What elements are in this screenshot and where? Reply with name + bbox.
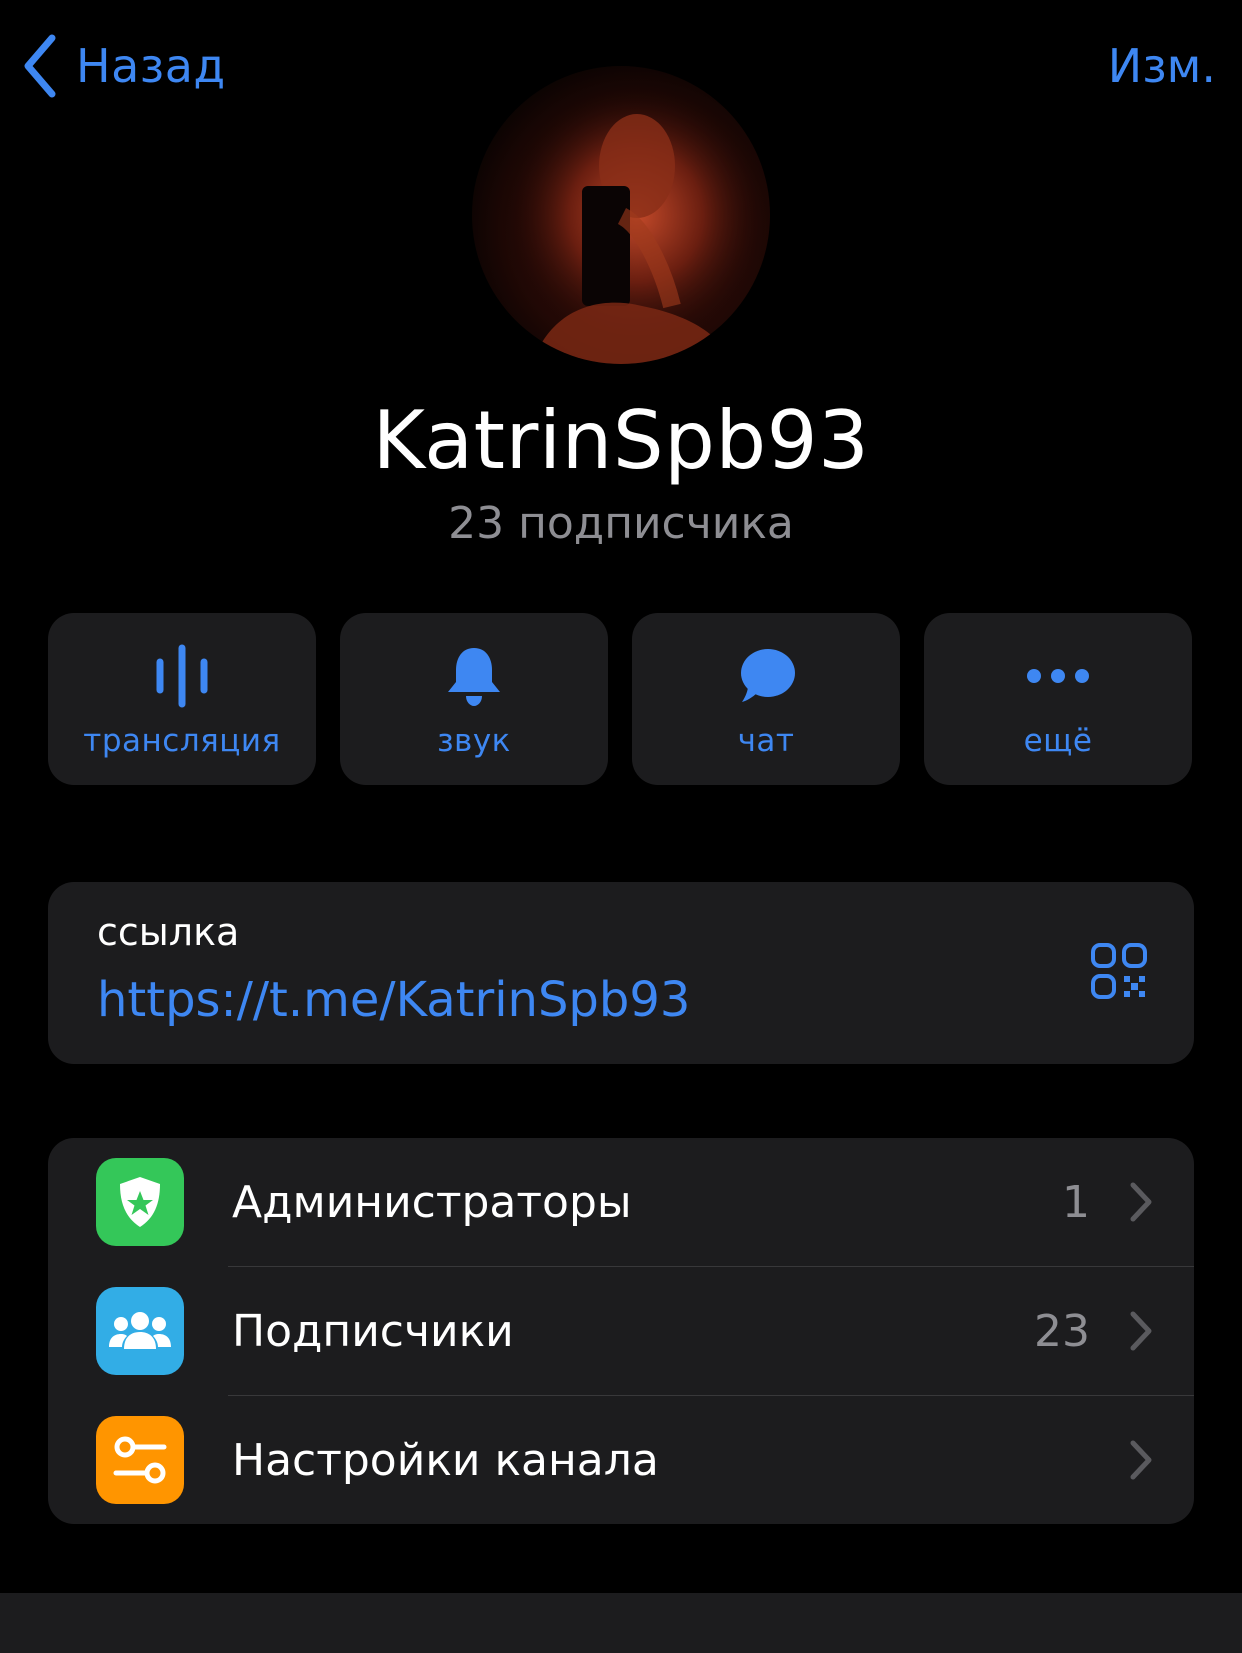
list-item-label: Подписчики (232, 1306, 514, 1357)
link-card: ссылка https://t.me/KatrinSpb93 (48, 882, 1194, 1064)
chevron-left-icon (22, 34, 58, 98)
chat-button[interactable]: чат (632, 613, 900, 785)
channel-settings-list: Администраторы 1 Подписчики 23 Настройки… (48, 1138, 1194, 1524)
more-button[interactable]: ещё (924, 613, 1192, 785)
bell-icon (340, 641, 608, 711)
more-dots-icon (924, 641, 1192, 711)
back-button-label: Назад (76, 39, 226, 93)
list-item-label: Администраторы (232, 1177, 632, 1228)
subscriber-count: 23 подписчика (448, 498, 794, 549)
list-item-label: Настройки канала (232, 1435, 659, 1486)
list-item-admins[interactable]: Администраторы 1 (48, 1138, 1194, 1267)
list-item-value: 23 (1034, 1306, 1090, 1357)
qr-code-icon[interactable] (1090, 942, 1148, 1004)
chevron-right-icon (1130, 1440, 1152, 1484)
broadcast-button[interactable]: трансляция (48, 613, 316, 785)
channel-link[interactable]: https://t.me/KatrinSpb93 (97, 972, 690, 1028)
broadcast-icon (48, 641, 316, 711)
more-label: ещё (1023, 723, 1093, 759)
back-button[interactable]: Назад (22, 30, 226, 102)
channel-title: KatrinSpb93 (372, 394, 870, 487)
chat-label: чат (737, 723, 795, 759)
bottom-panel (0, 1593, 1242, 1653)
broadcast-label: трансляция (83, 723, 281, 759)
admin-badge-icon (96, 1158, 184, 1246)
chat-bubble-icon (632, 641, 900, 711)
sliders-icon (96, 1416, 184, 1504)
edit-button[interactable]: Изм. (1108, 30, 1216, 102)
list-item-subscribers[interactable]: Подписчики 23 (48, 1267, 1194, 1396)
chevron-right-icon (1130, 1311, 1152, 1355)
chevron-right-icon (1130, 1182, 1152, 1226)
action-buttons: трансляция звук чат ещё (48, 613, 1192, 785)
sound-label: звук (437, 723, 511, 759)
sound-button[interactable]: звук (340, 613, 608, 785)
people-icon (96, 1287, 184, 1375)
list-item-channel-settings[interactable]: Настройки канала (48, 1396, 1194, 1524)
channel-avatar[interactable] (472, 66, 770, 364)
list-item-value: 1 (1062, 1177, 1090, 1228)
link-label: ссылка (97, 910, 240, 954)
